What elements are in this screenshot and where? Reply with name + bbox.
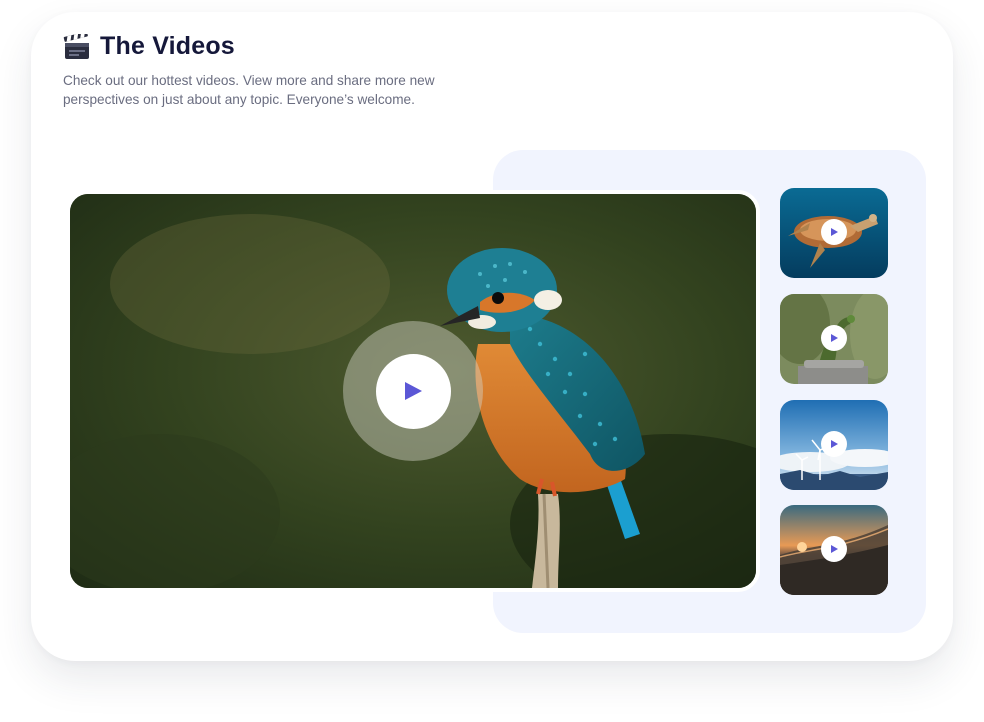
play-icon [831, 545, 838, 553]
thumbnail-ocean-wave[interactable] [780, 505, 888, 595]
play-icon [831, 228, 838, 236]
section-header: The Videos Check out our hottest videos.… [63, 31, 493, 109]
thumbnail-sea-turtle[interactable] [780, 188, 888, 278]
thumbnail-play-button[interactable] [821, 219, 847, 245]
play-icon [831, 440, 838, 448]
thumbnail-play-button[interactable] [821, 431, 847, 457]
thumbnail-play-button[interactable] [821, 325, 847, 351]
clapperboard-icon [63, 31, 91, 60]
thumbnail-lizard[interactable] [780, 294, 888, 384]
title-row: The Videos [63, 31, 493, 61]
page-title: The Videos [100, 32, 235, 60]
play-icon [405, 382, 422, 400]
thumbnail-wind-turbines[interactable] [780, 400, 888, 490]
play-icon [831, 334, 838, 342]
play-button-core [375, 353, 451, 429]
thumbnail-play-button[interactable] [821, 536, 847, 562]
main-play-button[interactable] [343, 321, 483, 461]
page-subtitle: Check out our hottest videos. View more … [63, 73, 435, 107]
